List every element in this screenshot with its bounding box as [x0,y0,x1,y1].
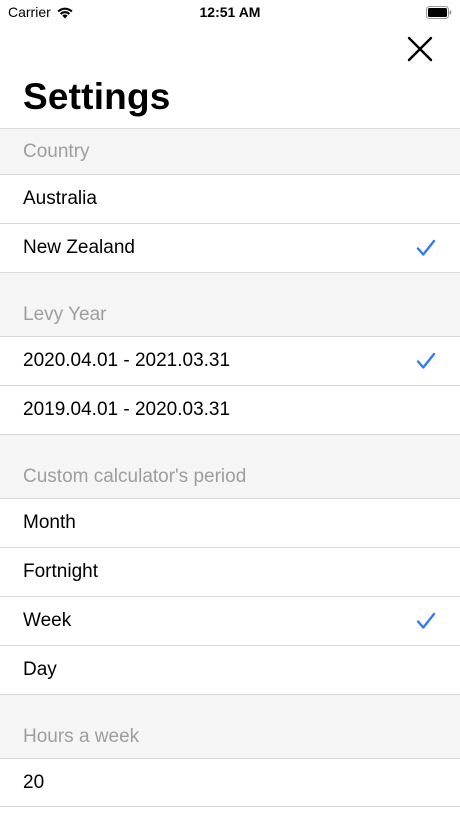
page-title: Settings [23,76,171,117]
checkmark-icon [416,238,436,258]
option-label: Week [23,610,72,631]
section-header-period: Custom calculator's period [0,434,460,498]
option-new-zealand[interactable]: New Zealand [0,223,460,272]
settings-list: Country Australia New Zealand Levy Year … [0,128,460,807]
option-label: 2019.04.01 - 2020.03.31 [23,399,231,420]
option-week[interactable]: Week [0,596,460,645]
hours-value-row[interactable]: 20 [0,758,460,807]
checkmark-icon [416,611,436,631]
option-australia[interactable]: Australia [0,174,460,223]
option-label: Australia [23,188,97,209]
status-bar: Carrier 12:51 AM [0,0,460,26]
checkmark-icon [416,351,436,371]
option-day[interactable]: Day [0,645,460,694]
option-levy-2020-2021[interactable]: 2020.04.01 - 2021.03.31 [0,336,460,385]
option-month[interactable]: Month [0,498,460,547]
close-button[interactable] [404,33,436,65]
close-icon [407,36,433,62]
option-label: Day [23,659,57,680]
section-header-hours: Hours a week [0,694,460,758]
option-label: Month [23,512,76,533]
battery-icon [426,6,452,19]
option-levy-2019-2020[interactable]: 2019.04.01 - 2020.03.31 [0,385,460,434]
status-time: 12:51 AM [199,4,261,20]
hours-value: 20 [23,771,45,793]
option-label: Fortnight [23,561,98,582]
section-header-country: Country [0,128,460,174]
option-label: 2020.04.01 - 2021.03.31 [23,350,231,371]
section-header-levy-year: Levy Year [0,272,460,336]
option-label: New Zealand [23,237,135,258]
option-fortnight[interactable]: Fortnight [0,547,460,596]
